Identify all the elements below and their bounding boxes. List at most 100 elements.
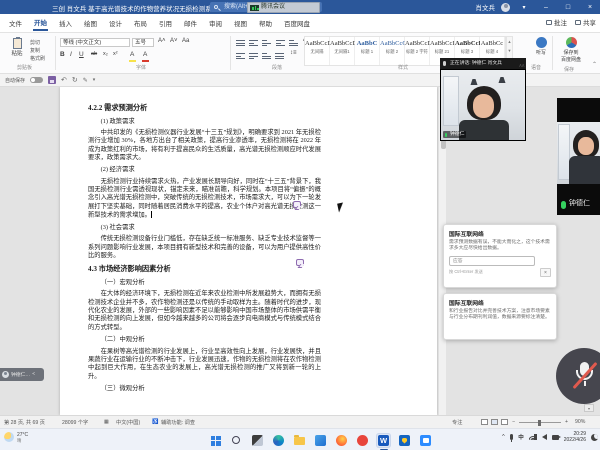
accessibility-icon[interactable]: ♿ xyxy=(152,419,158,425)
strikethrough-button[interactable]: ab xyxy=(91,51,97,57)
comments-button[interactable]: 批注 xyxy=(546,17,567,27)
font-color-button[interactable]: A xyxy=(143,51,147,58)
style-item[interactable]: AaBbC标题 1 xyxy=(355,37,380,66)
comment-card[interactable]: 国际互联网络 需求预测数据有误，不能大而化之，这个技术需求多大应尽快给出数据。 … xyxy=(443,224,557,288)
tab-file[interactable]: 文件 xyxy=(8,16,23,30)
autosave-toggle[interactable] xyxy=(30,77,43,83)
justify-button[interactable] xyxy=(275,52,284,60)
font-size-select[interactable]: 五号 xyxy=(132,38,154,47)
change-case-button[interactable]: Aa xyxy=(182,38,189,44)
read-mode-icon[interactable] xyxy=(481,419,488,425)
tab-insert[interactable]: 插入 xyxy=(58,16,73,30)
increase-indent-button[interactable] xyxy=(289,39,298,47)
comment-close-button[interactable]: × xyxy=(540,268,551,277)
view-icons[interactable] xyxy=(478,419,508,425)
task-view-button[interactable] xyxy=(250,433,265,448)
tab-review[interactable]: 审阅 xyxy=(208,16,223,30)
word-button[interactable]: W xyxy=(376,433,391,448)
tab-help[interactable]: 帮助 xyxy=(258,16,273,30)
grow-font-button[interactable]: A˄ xyxy=(158,38,166,44)
style-item[interactable]: AaBbCcDc无间隔 xyxy=(305,37,330,66)
font-family-select[interactable]: 等线 (中文正文) xyxy=(60,38,130,47)
multilevel-list-button[interactable] xyxy=(262,39,271,47)
web-layout-icon[interactable] xyxy=(501,419,508,425)
accessibility-status[interactable]: 辅助功能: 调查 xyxy=(161,419,195,426)
subscript-button[interactable]: x₂ xyxy=(103,51,108,57)
red-app-button[interactable] xyxy=(355,433,370,448)
shrink-font-button[interactable]: A˅ xyxy=(170,38,178,44)
tray-expand-icon[interactable]: ^ xyxy=(502,434,505,440)
firefox-button[interactable] xyxy=(334,433,349,448)
zoom-level[interactable]: 90% xyxy=(575,419,585,425)
ribbon-display-options-button[interactable]: ▾ xyxy=(516,4,532,11)
tab-mailings[interactable]: 邮件 xyxy=(183,16,198,30)
bullets-button[interactable] xyxy=(236,39,245,47)
style-item[interactable]: AaBbCcC标题 2 xyxy=(380,37,405,66)
save-icon[interactable] xyxy=(48,76,56,84)
maximize-button[interactable]: □ xyxy=(560,4,576,11)
focus-mode-button[interactable]: 专注 xyxy=(452,419,462,426)
meeting-side-video-panel[interactable]: 钟德仁 xyxy=(557,98,600,215)
document-text[interactable]: 4.2.2 需求预测分析 (1) 政策需求 中共印发的《无损检测仪器行业发展“十… xyxy=(88,99,321,396)
qat-more-icon[interactable]: ▾ xyxy=(93,77,96,83)
notification-moon-icon[interactable] xyxy=(591,434,598,441)
gallery-scroll-down-icon[interactable]: ▼ xyxy=(507,46,512,55)
tab-design[interactable]: 设计 xyxy=(108,16,123,30)
align-left-button[interactable] xyxy=(236,52,245,60)
security-app-button[interactable] xyxy=(397,433,412,448)
tab-view[interactable]: 视图 xyxy=(233,16,248,30)
comment-marker-icon[interactable] xyxy=(293,201,301,208)
bold-button[interactable]: B xyxy=(60,51,65,58)
save-to-baidu-button[interactable]: 保存到 百度网盘 xyxy=(556,37,586,63)
align-center-button[interactable] xyxy=(249,52,258,60)
page-indicator[interactable]: 第 28 页, 共 69 页 xyxy=(4,419,45,426)
proofing-icon[interactable]: ▦ xyxy=(104,419,109,425)
collapse-chevron-icon[interactable]: < xyxy=(32,372,35,377)
format-painter-button[interactable]: 格式刷 xyxy=(30,55,45,62)
collapse-ribbon-icon[interactable]: ⌃ xyxy=(592,61,597,68)
paste-button[interactable]: 粘贴 xyxy=(8,37,26,63)
numbering-button[interactable] xyxy=(249,39,258,47)
style-item[interactable]: AaBbCcDc无间隔1 xyxy=(330,37,355,66)
share-button[interactable]: 共享 xyxy=(575,17,596,27)
tab-baidu-netdisk[interactable]: 百度网盘 xyxy=(283,16,311,30)
tab-layout[interactable]: 布局 xyxy=(133,16,148,30)
cut-button[interactable]: 剪切 xyxy=(30,39,40,46)
photos-app-button[interactable] xyxy=(313,433,328,448)
meeting-collapsed-bar[interactable]: 钟德仁… < xyxy=(0,368,44,381)
weather-widget[interactable]: 27°C 晴 xyxy=(4,432,28,444)
tab-draw[interactable]: 绘图 xyxy=(83,16,98,30)
italic-button[interactable]: I xyxy=(70,51,72,58)
redo-icon[interactable]: ↻ xyxy=(72,76,78,84)
panel-collapse-icon[interactable]: ▾ xyxy=(584,404,594,412)
zoom-in-button[interactable]: + xyxy=(565,419,568,425)
comment-card[interactable]: 国际互联网络 和行业报告对比并完善技术方案，注意市场要素与行业分布期刊利润值，数… xyxy=(443,293,557,340)
file-explorer-button[interactable] xyxy=(292,433,307,448)
copy-button[interactable]: 复制 xyxy=(30,47,40,54)
gallery-scroll-up-icon[interactable]: ▲ xyxy=(507,37,512,46)
close-button[interactable]: × xyxy=(582,4,598,11)
align-right-button[interactable] xyxy=(262,52,271,60)
meeting-video-window[interactable]: 钟德仁 xyxy=(440,69,526,141)
taskbar-search-button[interactable] xyxy=(229,433,244,448)
document-page[interactable]: 4.2.2 需求预测分析 (1) 政策需求 中共印发的《无损检测仪器行业发展“十… xyxy=(60,87,437,415)
edge-button[interactable] xyxy=(271,433,286,448)
zoom-out-button[interactable]: − xyxy=(512,419,515,425)
comment-marker-icon[interactable] xyxy=(296,259,304,266)
style-item[interactable]: AaBbCcD标题 2 字符 xyxy=(405,37,430,66)
tray-camera-icon[interactable] xyxy=(552,435,559,440)
start-button[interactable] xyxy=(208,433,223,448)
decrease-indent-button[interactable] xyxy=(276,39,285,47)
tab-home[interactable]: 开始 xyxy=(33,15,48,31)
language-indicator[interactable]: 中文(中国) xyxy=(116,419,140,426)
avatar[interactable] xyxy=(501,3,510,12)
tencent-meeting-button[interactable] xyxy=(418,433,433,448)
tray-mic-icon[interactable] xyxy=(510,434,514,440)
line-spacing-button[interactable]: ↕≡ xyxy=(290,50,297,56)
tab-references[interactable]: 引用 xyxy=(158,16,173,30)
ime-indicator[interactable]: 中 xyxy=(518,433,524,441)
superscript-button[interactable]: x² xyxy=(113,51,118,57)
pen-icon[interactable]: ✎ xyxy=(83,77,88,84)
minimize-button[interactable]: – xyxy=(538,4,554,11)
print-layout-icon[interactable] xyxy=(491,419,498,425)
